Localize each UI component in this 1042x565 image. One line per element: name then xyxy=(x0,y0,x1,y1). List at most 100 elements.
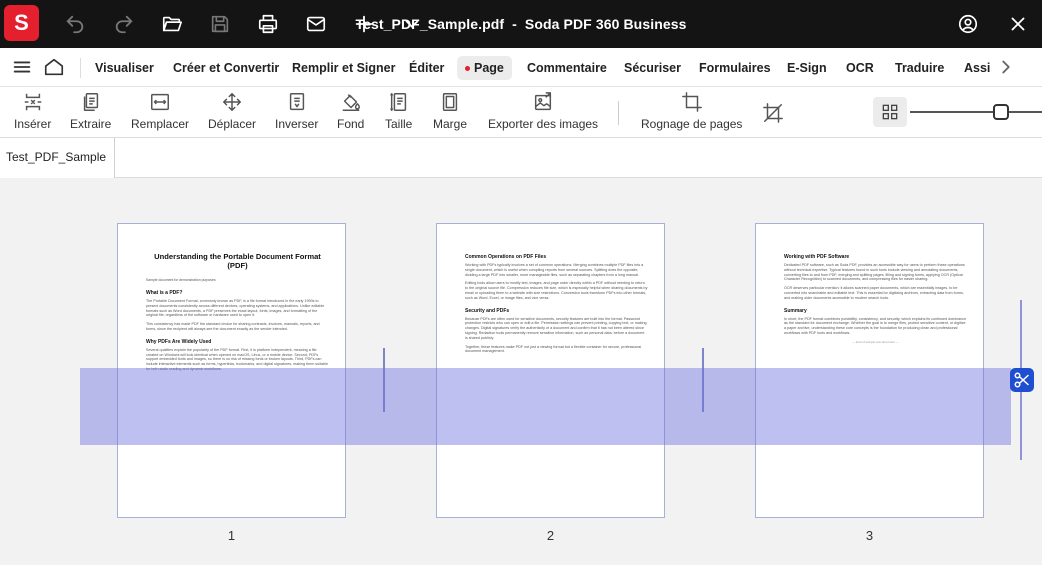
page-2-paragraph: Together, these features make PDF not ju… xyxy=(465,344,642,354)
menu-creer-et-convertir[interactable]: Créer et Convertir xyxy=(173,56,279,80)
reverse-label: Inverser xyxy=(275,117,319,131)
crop-pages-button[interactable]: Rognage de pages xyxy=(641,87,742,138)
page-number-2: 2 xyxy=(546,528,555,543)
menu-visualiser[interactable]: Visualiser xyxy=(95,56,154,80)
close-icon[interactable] xyxy=(1006,12,1030,36)
page-3-heading-b: Summary xyxy=(784,307,807,314)
menu-separator xyxy=(80,58,81,78)
menu-editer[interactable]: Éditer xyxy=(409,56,444,80)
zoom-slider-track[interactable] xyxy=(910,111,1042,113)
replace-button[interactable]: Remplacer xyxy=(131,87,189,138)
split-pages-button[interactable] xyxy=(1010,368,1034,392)
extract-icon xyxy=(80,91,102,113)
grid-icon xyxy=(882,104,898,120)
menu-ocr[interactable]: OCR xyxy=(846,56,874,80)
print-icon[interactable] xyxy=(256,12,280,36)
insert-icon xyxy=(22,91,44,113)
page-1-subtitle: Sample document for demonstration purpos… xyxy=(146,278,216,282)
page-1-title: Understanding the Portable Document Form… xyxy=(154,252,321,270)
page-3-paragraph: In short, the PDF format combines portab… xyxy=(784,316,967,335)
paint-bucket-icon xyxy=(340,91,362,113)
page-2-paragraph: Working with PDFs typically involves a s… xyxy=(465,263,644,277)
move-button[interactable]: Déplacer xyxy=(208,87,256,138)
background-button[interactable]: Fond xyxy=(337,87,364,138)
crop-off-icon[interactable] xyxy=(761,101,785,125)
margin-icon xyxy=(439,91,461,113)
plus-icon[interactable] xyxy=(352,12,376,36)
undo-icon[interactable] xyxy=(63,12,87,36)
reverse-button[interactable]: Inverser xyxy=(275,87,318,138)
page-3-heading-a: Working with PDF Software xyxy=(784,254,850,260)
hamburger-menu-icon[interactable] xyxy=(10,55,34,79)
chevron-down-icon[interactable] xyxy=(400,12,424,36)
insert-label: Insérer xyxy=(14,117,52,131)
page-number-1: 1 xyxy=(227,528,236,543)
extract-button[interactable]: Extraire xyxy=(70,87,111,138)
zoom-slider-handle[interactable] xyxy=(993,104,1009,120)
chevron-right-icon[interactable] xyxy=(994,55,1018,79)
page-2-heading-a: Common Operations on PDF Files xyxy=(465,254,547,260)
page-3-footer: — End of sample test document — xyxy=(852,339,899,344)
margin-label: Marge xyxy=(433,117,468,131)
replace-label: Remplacer xyxy=(131,117,190,131)
export-image-icon xyxy=(532,91,554,113)
page-toolbar: Insérer Extraire Remplacer Déplacer Inve… xyxy=(0,87,1042,138)
save-icon[interactable] xyxy=(208,12,232,36)
menu-commentaire[interactable]: Commentaire xyxy=(527,56,607,80)
document-tab[interactable]: Test_PDF_Sample xyxy=(0,138,115,178)
menu-traduire[interactable]: Traduire xyxy=(895,56,944,80)
page-number-3: 3 xyxy=(865,528,874,543)
toolbar-separator xyxy=(618,101,619,125)
crop-icon xyxy=(681,91,703,113)
page-2-paragraph: Because PDFs are often used for sensitiv… xyxy=(465,316,647,340)
title-separator: - xyxy=(512,16,517,32)
size-label: Taille xyxy=(385,117,413,131)
crop-pages-label: Rognage de pages xyxy=(641,117,743,131)
margin-button[interactable]: Marge xyxy=(433,87,467,138)
menu-esign[interactable]: E-Sign xyxy=(787,56,827,80)
move-label: Déplacer xyxy=(208,117,257,131)
size-button[interactable]: Taille xyxy=(385,87,412,138)
page-1-content: Understanding the Portable Document Form… xyxy=(146,252,329,376)
move-icon xyxy=(221,91,243,113)
reverse-icon xyxy=(286,91,308,113)
page-canvas: Understanding the Portable Document Form… xyxy=(0,178,1042,565)
app-logo[interactable]: S xyxy=(4,5,39,41)
page-1-paragraph: This consistency has made PDF the standa… xyxy=(146,322,320,331)
page-3-content: Working with PDF Software Dedicated PDF … xyxy=(784,254,967,344)
menu-bar: Visualiser Créer et Convertir Remplir et… xyxy=(0,48,1042,87)
account-icon[interactable] xyxy=(956,12,980,36)
menu-formulaires[interactable]: Formulaires xyxy=(699,56,771,80)
page-1-heading-a: What is a PDF? xyxy=(146,290,183,296)
thumbnail-view-toggle[interactable] xyxy=(873,97,907,127)
insert-button[interactable]: Insérer xyxy=(14,87,51,138)
background-label: Fond xyxy=(337,117,365,131)
page-3-paragraph: OCR deserves particular mention: it allo… xyxy=(784,286,964,300)
selection-highlight xyxy=(80,368,1011,445)
window-title: Test_PDF_Sample.pdf - Soda PDF 360 Busin… xyxy=(0,0,1042,48)
home-icon[interactable] xyxy=(42,55,66,79)
page-2-content: Common Operations on PDF Files Working w… xyxy=(465,254,648,358)
app-logo-letter: S xyxy=(14,10,29,35)
extract-label: Extraire xyxy=(70,117,112,131)
document-tabs: Test_PDF_Sample xyxy=(0,138,1042,178)
redo-icon[interactable] xyxy=(112,12,136,36)
menu-page[interactable]: Page xyxy=(457,56,512,80)
export-images-label: Exporter des images xyxy=(488,117,599,131)
title-file: Test_PDF_Sample.pdf xyxy=(355,16,505,32)
page-3-paragraph: Dedicated PDF software, such as Soda PDF… xyxy=(784,263,965,282)
title-app: Soda PDF 360 Business xyxy=(524,16,687,32)
menu-remplir-et-signer[interactable]: Remplir et Signer xyxy=(292,56,396,80)
replace-icon xyxy=(149,91,171,113)
export-images-button[interactable]: Exporter des images xyxy=(488,87,598,138)
scissors-icon xyxy=(1014,372,1029,388)
mail-icon[interactable] xyxy=(304,12,328,36)
title-bar: S Test_PDF_Sample.pdf - Soda PDF 360 Bus… xyxy=(0,0,1042,48)
page-size-icon xyxy=(388,91,410,113)
page-2-paragraph: Editing tools allow users to modify text… xyxy=(465,281,648,300)
page-1-paragraph: The Portable Document Format, commonly k… xyxy=(146,299,325,318)
open-folder-icon[interactable] xyxy=(160,12,184,36)
menu-assistant[interactable]: Assis xyxy=(964,56,990,80)
page-2-heading-b: Security and PDFs xyxy=(465,307,510,314)
menu-securiser[interactable]: Sécuriser xyxy=(624,56,681,80)
